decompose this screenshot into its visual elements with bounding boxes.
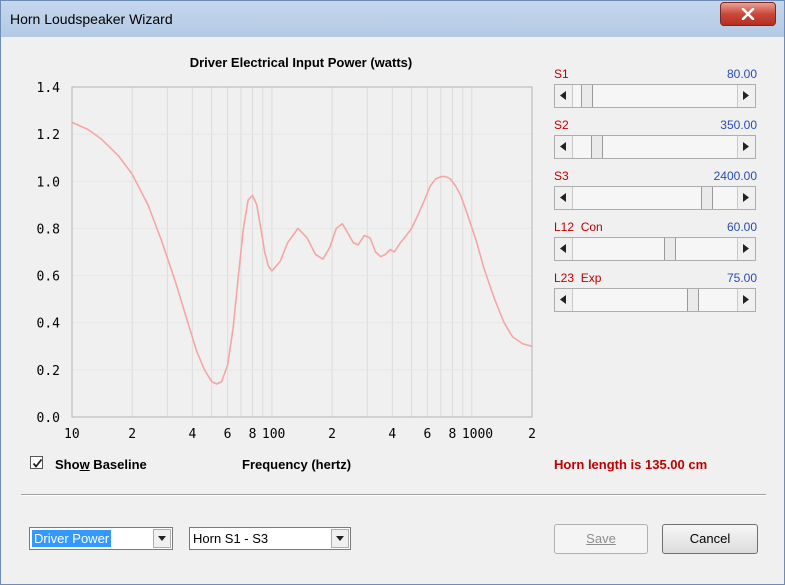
slider-thumb[interactable] — [591, 136, 603, 158]
show-baseline-label[interactable]: Show Baseline — [55, 457, 147, 472]
y-tick-label: 0.4 — [37, 317, 61, 332]
slider-value: 350.00 — [720, 118, 757, 132]
horn-select-dropdown-button[interactable] — [331, 529, 349, 548]
cancel-button[interactable]: Cancel — [662, 524, 758, 554]
y-tick-label: 0.6 — [37, 270, 60, 285]
show-baseline-checkbox[interactable] — [30, 456, 43, 469]
arrow-left-icon — [560, 295, 566, 304]
slider-scrollbar[interactable] — [554, 135, 756, 159]
y-tick-label: 1.0 — [37, 175, 60, 190]
scroll-left-button[interactable] — [555, 238, 573, 260]
separator-line — [21, 494, 766, 496]
label-mnemonic: w — [79, 457, 90, 472]
slider-track[interactable] — [573, 187, 737, 209]
slider-value: 75.00 — [726, 271, 757, 285]
scroll-left-button[interactable] — [555, 136, 573, 158]
x-tick-label: 8 — [249, 427, 257, 442]
arrow-right-icon — [743, 142, 749, 151]
x-tick-label: 4 — [388, 427, 396, 442]
plot-type-dropdown-button[interactable] — [153, 529, 171, 548]
plot-type-value: Driver Power — [32, 530, 112, 547]
slider-track[interactable] — [573, 238, 737, 260]
slider-label: S2 — [554, 118, 569, 132]
label-part: Sho — [55, 457, 80, 472]
wizard-window: Horn Loudspeaker Wizard Driver Electrica… — [0, 0, 785, 585]
arrow-right-icon — [743, 91, 749, 100]
x-axis-ticks: 10 2 4 6 8 100 2 4 6 8 1000 2 — [64, 427, 536, 442]
slider-thumb[interactable] — [687, 289, 699, 311]
arrow-left-icon — [560, 142, 566, 151]
horn-select-value: Horn S1 - S3 — [193, 531, 269, 546]
plot-type-select[interactable]: Driver Power — [29, 527, 173, 550]
slider-label: L23 Exp — [554, 271, 602, 285]
chevron-down-icon — [336, 536, 344, 541]
x-tick-label: 8 — [449, 427, 457, 442]
slider-track[interactable] — [573, 85, 737, 107]
scroll-left-button[interactable] — [555, 85, 573, 107]
slider-value: 2400.00 — [713, 169, 757, 183]
x-tick-label: 100 — [262, 427, 285, 442]
scroll-right-button[interactable] — [737, 238, 755, 260]
horn-length-text: Horn length is 135.00 cm — [554, 457, 708, 472]
x-tick-label: 2 — [328, 427, 336, 442]
horn-select[interactable]: Horn S1 - S3 — [189, 527, 351, 550]
slider-value: 80.00 — [726, 67, 757, 81]
checkmark-icon — [32, 458, 43, 468]
slider-label: S1 — [554, 67, 569, 81]
label-part: Baseline — [89, 457, 147, 472]
x-tick-label: 6 — [224, 427, 232, 442]
save-label: Save — [586, 531, 616, 546]
x-tick-label: 1000 — [462, 427, 493, 442]
slider-scrollbar[interactable] — [554, 84, 756, 108]
slider-value: 60.00 — [726, 220, 757, 234]
scroll-left-button[interactable] — [555, 187, 573, 209]
slider-label: L12 Con — [554, 220, 603, 234]
x-tick-label: 6 — [424, 427, 432, 442]
slider-scrollbar[interactable] — [554, 186, 756, 210]
slider-scrollbar[interactable] — [554, 288, 756, 312]
slider-scrollbar[interactable] — [554, 237, 756, 261]
scroll-left-button[interactable] — [555, 289, 573, 311]
x-tick-label: 2 — [128, 427, 136, 442]
arrow-left-icon — [560, 244, 566, 253]
y-axis-ticks: 0.0 0.2 0.4 0.6 0.8 1.0 1.2 1.4 — [37, 81, 61, 426]
chart-grid — [72, 87, 533, 417]
close-button[interactable] — [720, 2, 776, 26]
scroll-right-button[interactable] — [737, 85, 755, 107]
slider-track[interactable] — [573, 289, 737, 311]
x-tick-label: 4 — [188, 427, 196, 442]
arrow-right-icon — [743, 193, 749, 202]
scroll-right-button[interactable] — [737, 187, 755, 209]
save-button[interactable]: Save — [554, 524, 648, 554]
dialog-client: Driver Electrical Input Power (watts) 0.… — [8, 37, 778, 578]
y-tick-label: 0.2 — [37, 364, 60, 379]
slider-label: S3 — [554, 169, 569, 183]
close-icon — [741, 8, 755, 20]
arrow-left-icon — [560, 91, 566, 100]
y-tick-label: 0.8 — [37, 222, 60, 237]
scroll-right-button[interactable] — [737, 136, 755, 158]
chevron-down-icon — [158, 536, 166, 541]
title-bar[interactable]: Horn Loudspeaker Wizard — [1, 1, 784, 37]
x-tick-label: 10 — [64, 427, 80, 442]
y-tick-label: 1.4 — [37, 81, 61, 96]
scroll-right-button[interactable] — [737, 289, 755, 311]
arrow-left-icon — [560, 193, 566, 202]
y-tick-label: 1.2 — [37, 128, 60, 143]
slider-thumb[interactable] — [664, 238, 676, 260]
slider-track[interactable] — [573, 136, 737, 158]
x-tick-label: 2 — [528, 427, 536, 442]
arrow-right-icon — [743, 244, 749, 253]
slider-thumb[interactable] — [701, 187, 713, 209]
y-tick-label: 0.0 — [37, 411, 60, 426]
x-axis-label: Frequency (hertz) — [242, 457, 352, 472]
slider-thumb[interactable] — [581, 85, 593, 107]
power-chart: 0.00.20.40.60.81.01.21.4 10 2 4 6 8 100 2 4 6 8 10… — [37, 81, 536, 442]
window-title: Horn Loudspeaker Wizard — [10, 11, 173, 27]
arrow-right-icon — [743, 295, 749, 304]
